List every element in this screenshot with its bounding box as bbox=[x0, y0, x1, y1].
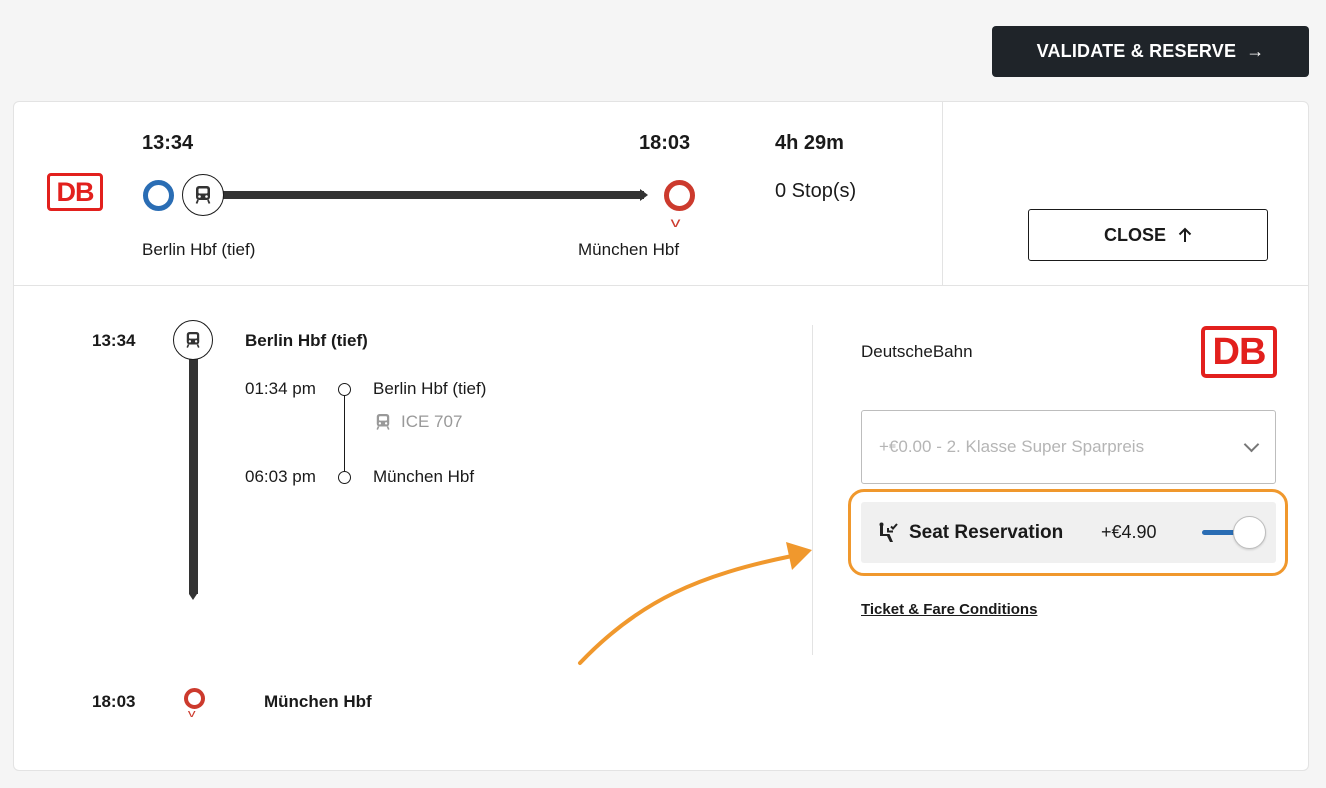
seat-reservation-row: Seat Reservation +€4.90 bbox=[861, 502, 1276, 563]
arrow-right-icon: → bbox=[1246, 41, 1265, 61]
seat-check-icon bbox=[879, 522, 898, 542]
train-icon bbox=[173, 320, 213, 360]
destination-station: München Hbf bbox=[578, 240, 680, 259]
chevron-down-icon bbox=[1243, 436, 1260, 452]
train-number: ICE 707 bbox=[375, 412, 462, 432]
stop-count: 0 Stop(s) bbox=[775, 180, 857, 202]
detail-divider bbox=[812, 325, 813, 655]
route-arrowhead bbox=[640, 189, 648, 201]
itinerary-start-station: Berlin Hbf (tief) bbox=[245, 331, 368, 350]
timeline-bar bbox=[189, 358, 198, 594]
leg-departure-time: 01:34 pm bbox=[245, 379, 316, 398]
route-line bbox=[222, 191, 644, 199]
fare-select-value: +€0.00 - 2. Klasse Super Sparpreis bbox=[879, 437, 1145, 456]
summary-divider bbox=[942, 102, 943, 286]
journey-summary[interactable]: DB 13:34 18:03 v Berlin Hbf (tief) Münch… bbox=[14, 102, 1308, 286]
destination-pin-icon bbox=[664, 180, 695, 211]
close-label: CLOSE bbox=[1103, 224, 1166, 245]
journey-card: DB 13:34 18:03 v Berlin Hbf (tief) Münch… bbox=[13, 101, 1309, 771]
leg-start-dot bbox=[338, 383, 351, 396]
leg-departure-station: Berlin Hbf (tief) bbox=[373, 379, 487, 398]
timeline-tip bbox=[189, 594, 197, 600]
train-number-label: ICE 707 bbox=[401, 412, 463, 431]
arrow-up-icon bbox=[1178, 227, 1192, 242]
db-logo: DB bbox=[1201, 326, 1277, 378]
validate-reserve-label: VALIDATE & RESERVE bbox=[1036, 41, 1237, 61]
train-icon bbox=[376, 414, 390, 430]
seat-reservation-label: Seat Reservation bbox=[909, 522, 1064, 543]
leg-arrival-time: 06:03 pm bbox=[245, 467, 316, 486]
leg-line bbox=[344, 395, 345, 475]
leg-end-dot bbox=[338, 471, 351, 484]
itinerary-end-time: 18:03 bbox=[92, 692, 136, 711]
operator-name: DeutscheBahn bbox=[861, 342, 973, 361]
leg-arrival-station: München Hbf bbox=[373, 467, 475, 486]
itinerary-end-station: München Hbf bbox=[264, 692, 372, 711]
close-button[interactable]: CLOSE bbox=[1028, 209, 1268, 261]
db-logo: DB bbox=[47, 173, 103, 211]
train-icon bbox=[182, 174, 224, 216]
departure-time: 13:34 bbox=[142, 132, 194, 154]
arrival-time: 18:03 bbox=[639, 132, 691, 154]
chevron-down-icon: v bbox=[187, 708, 196, 720]
journey-duration: 4h 29m bbox=[775, 132, 844, 154]
fare-select[interactable]: +€0.00 - 2. Klasse Super Sparpreis bbox=[861, 410, 1276, 484]
origin-marker-icon bbox=[143, 180, 174, 211]
chevron-down-icon: v bbox=[670, 214, 681, 230]
fare-conditions-link[interactable]: Ticket & Fare Conditions bbox=[861, 601, 1037, 618]
destination-pin-icon bbox=[184, 688, 205, 709]
validate-reserve-button[interactable]: VALIDATE & RESERVE → bbox=[992, 26, 1309, 77]
itinerary-start-time: 13:34 bbox=[92, 331, 136, 350]
seat-reservation-price: +€4.90 bbox=[1101, 522, 1157, 542]
origin-station: Berlin Hbf (tief) bbox=[142, 240, 256, 259]
toggle-knob[interactable] bbox=[1233, 516, 1266, 549]
